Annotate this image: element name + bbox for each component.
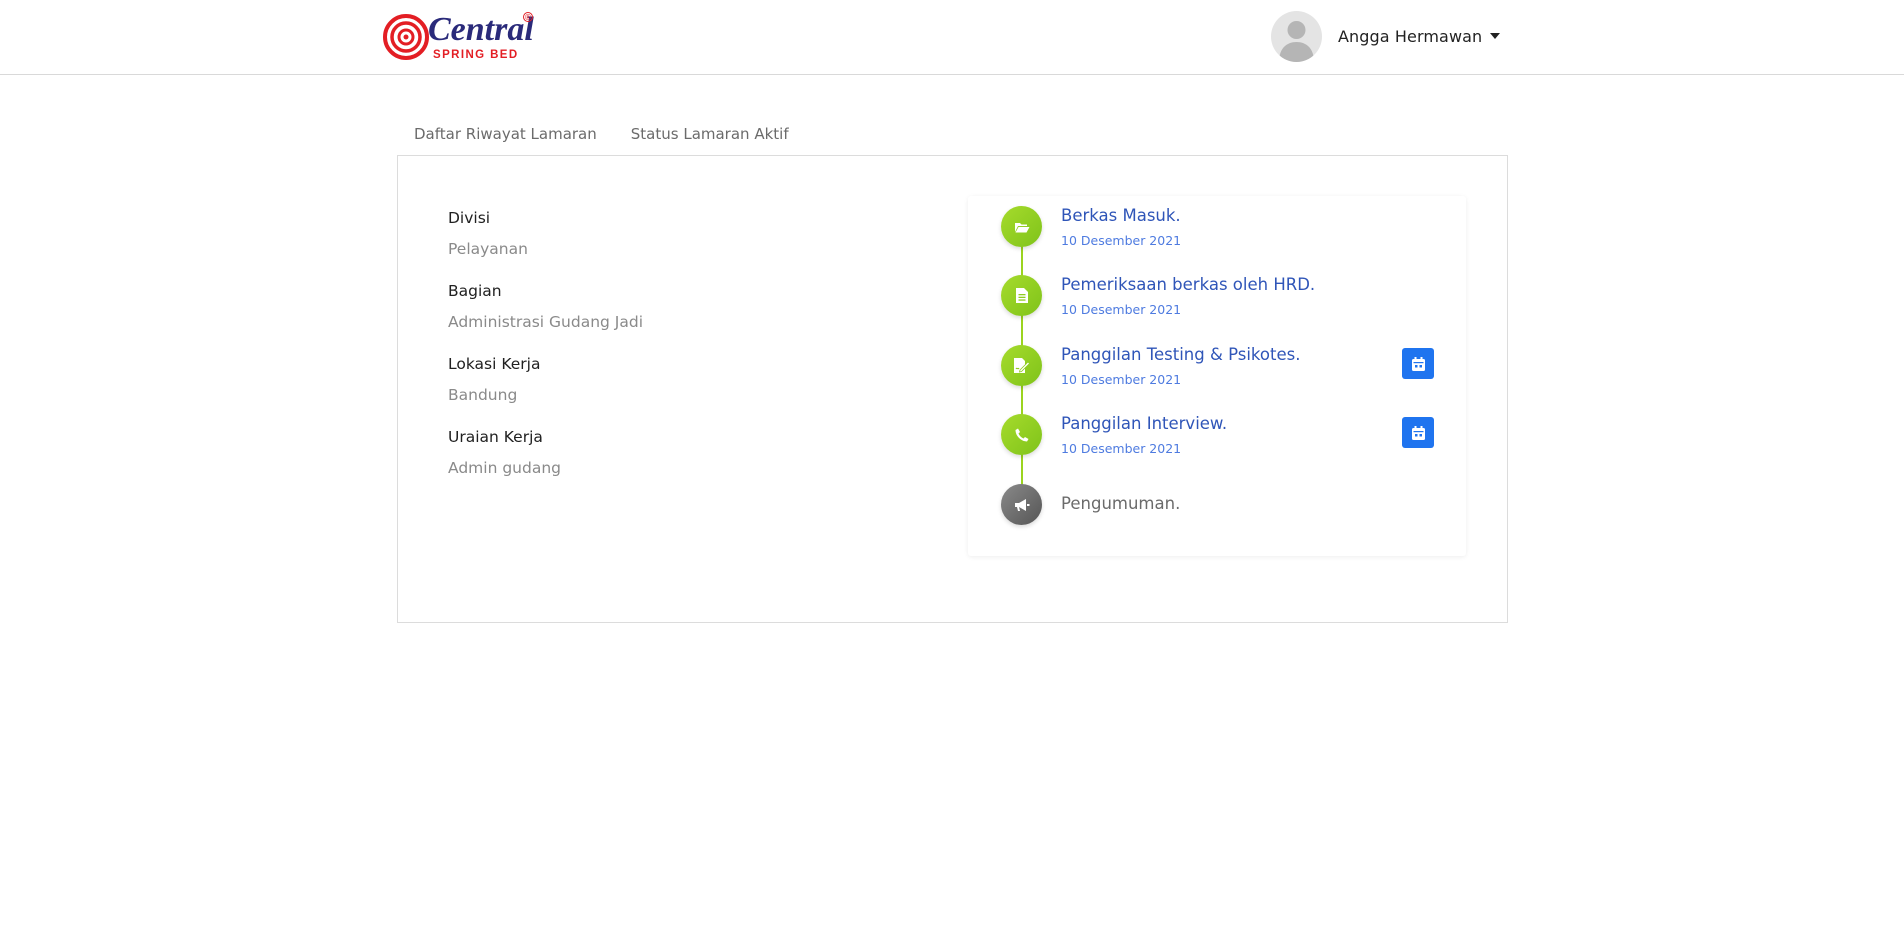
detail-label: Bagian <box>448 282 502 300</box>
timeline-step-title[interactable]: Panggilan Interview. <box>1061 414 1227 433</box>
timeline-item-pemeriksaan-berkas: Pemeriksaan berkas oleh HRD. 10 Desember… <box>1001 275 1441 335</box>
detail-label: Divisi <box>448 209 491 227</box>
status-timeline: Berkas Masuk. 10 Desember 2021 Pemeriksa… <box>968 196 1466 556</box>
registered-mark: ® <box>524 13 532 22</box>
timeline-step-date: 10 Desember 2021 <box>1061 441 1182 456</box>
detail-divisi: Divisi Pelayanan <box>448 208 643 281</box>
timeline-step-date: 10 Desember 2021 <box>1061 302 1182 317</box>
user-menu[interactable]: Angga Hermawan <box>1271 10 1501 62</box>
timeline-item-pengumuman: Pengumuman. <box>1001 484 1441 544</box>
detail-value: Admin gudang <box>448 459 561 477</box>
timeline-step-marker <box>1001 345 1042 386</box>
job-details: Divisi Pelayanan Bagian Administrasi Gud… <box>448 208 643 500</box>
detail-value: Administrasi Gudang Jadi <box>448 313 644 331</box>
timeline-item-panggilan-interview: Panggilan Interview. 10 Desember 2021 <box>1001 414 1441 474</box>
timeline-step-marker <box>1001 206 1042 247</box>
megaphone-icon <box>1014 498 1029 511</box>
folder-open-icon <box>1014 222 1029 232</box>
application-tabs: Daftar Riwayat Lamaran Status Lamaran Ak… <box>397 114 806 156</box>
detail-label: Lokasi Kerja <box>448 355 541 373</box>
avatar[interactable] <box>1271 10 1322 62</box>
detail-value: Bandung <box>448 386 518 404</box>
detail-lokasi-kerja: Lokasi Kerja Bandung <box>448 354 643 427</box>
timeline-step-title[interactable]: Berkas Masuk. <box>1061 206 1181 225</box>
user-silhouette-icon <box>1279 20 1314 62</box>
timeline-step-title[interactable]: Pemeriksaan berkas oleh HRD. <box>1061 275 1315 294</box>
schedule-button[interactable] <box>1402 348 1434 379</box>
application-status-card: Divisi Pelayanan Bagian Administrasi Gud… <box>397 155 1508 623</box>
timeline-step-marker <box>1001 484 1042 525</box>
schedule-button[interactable] <box>1402 417 1434 448</box>
timeline-step-date: 10 Desember 2021 <box>1061 233 1182 248</box>
timeline-step-title: Pengumuman. <box>1061 494 1181 513</box>
tab-daftar-riwayat-lamaran[interactable]: Daftar Riwayat Lamaran <box>397 114 614 156</box>
timeline-step-date: 10 Desember 2021 <box>1061 372 1182 387</box>
detail-bagian: Bagian Administrasi Gudang Jadi <box>448 281 643 354</box>
calendar-icon <box>1411 356 1425 371</box>
tab-status-lamaran-aktif[interactable]: Status Lamaran Aktif <box>614 114 806 156</box>
timeline-step-marker <box>1001 275 1042 316</box>
timeline-item-panggilan-testing: Panggilan Testing & Psikotes. 10 Desembe… <box>1001 345 1441 405</box>
logo-subtext: SPRING BED <box>433 49 519 61</box>
phone-icon <box>1015 428 1028 441</box>
detail-uraian-kerja: Uraian Kerja Admin gudang <box>448 427 643 500</box>
calendar-icon <box>1411 425 1425 440</box>
detail-label: Uraian Kerja <box>448 428 543 446</box>
timeline-step-marker <box>1001 414 1042 455</box>
chevron-down-icon[interactable] <box>1490 33 1501 39</box>
timeline-step-title[interactable]: Panggilan Testing & Psikotes. <box>1061 345 1300 364</box>
logo-wordmark: Central <box>428 11 534 48</box>
document-icon <box>1015 288 1028 303</box>
signature-icon <box>1013 358 1030 373</box>
logo-ring-icon <box>383 14 429 60</box>
top-navbar: Central SPRING BED ® Angga Hermawan <box>0 0 1904 75</box>
detail-value: Pelayanan <box>448 240 528 258</box>
central-spring-bed-logo[interactable]: Central SPRING BED ® <box>383 10 548 62</box>
user-name[interactable]: Angga Hermawan <box>1338 27 1482 46</box>
timeline-item-berkas-masuk: Berkas Masuk. 10 Desember 2021 <box>1001 206 1441 266</box>
